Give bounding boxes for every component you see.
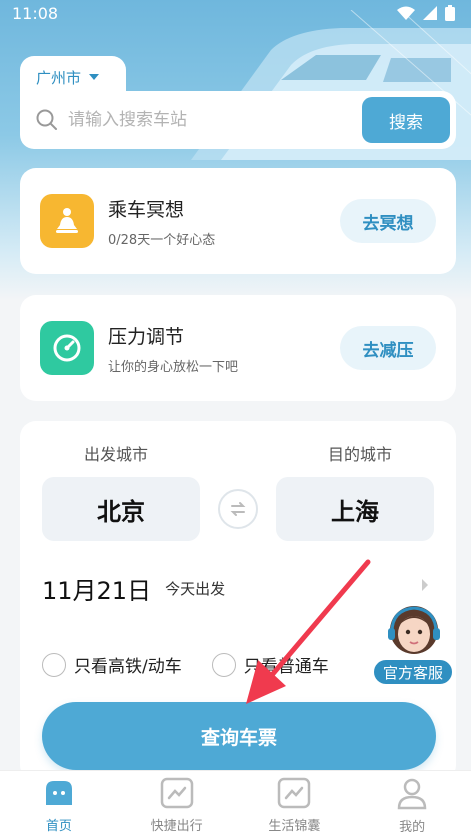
search-button[interactable]: 搜索 [362, 97, 450, 143]
battery-icon [445, 5, 455, 21]
chevron-right-icon [422, 579, 428, 591]
travel-date: 11月21日 [42, 577, 152, 605]
trend-icon [278, 777, 311, 809]
feature-title: 乘车冥想 [108, 198, 185, 221]
tab-life-tips[interactable]: 生活锦囊 [244, 777, 344, 834]
tab-label: 我的 [399, 820, 426, 835]
feature-title: 压力调节 [108, 325, 185, 348]
search-bar: 搜索 [20, 91, 456, 149]
radio-button[interactable] [211, 652, 236, 677]
swap-cities-button[interactable] [218, 489, 258, 529]
user-icon [397, 778, 427, 810]
to-city-button[interactable]: 上海 [276, 477, 434, 541]
tab-home[interactable]: 首页 [9, 777, 109, 834]
query-tickets-button[interactable]: 查询车票 [42, 702, 436, 770]
go-relax-button[interactable]: 去减压 [340, 326, 436, 370]
status-icons [397, 5, 455, 21]
option-regular[interactable]: 只看普通车 [211, 652, 329, 677]
search-input[interactable] [68, 110, 362, 130]
search-icon [36, 109, 57, 130]
tab-label: 生活锦囊 [268, 819, 321, 834]
customer-service-label: 官方客服 [372, 658, 454, 686]
from-city-label: 出发城市 [84, 445, 149, 464]
radio-button[interactable] [42, 652, 66, 677]
meditation-icon [40, 194, 94, 248]
option-high-speed[interactable]: 只看高铁/动车 [42, 652, 182, 677]
trend-icon [160, 777, 193, 809]
from-city-button[interactable]: 北京 [42, 477, 200, 541]
meditation-card[interactable]: 乘车冥想 0/28天一个好心态 去冥想 [20, 168, 456, 274]
wifi-icon [397, 6, 415, 20]
home-icon [45, 781, 72, 805]
gauge-icon [40, 321, 94, 375]
tab-profile[interactable]: 我的 [362, 776, 462, 835]
stress-card[interactable]: 压力调节 让你的身心放松一下吧 去减压 [20, 295, 456, 401]
signal-icon [423, 6, 437, 20]
go-meditate-button[interactable]: 去冥想 [340, 199, 436, 243]
tab-label: 快捷出行 [150, 819, 203, 834]
option-label: 只看普通车 [243, 657, 329, 677]
customer-service-button[interactable]: 官方客服 [372, 596, 456, 686]
option-label: 只看高铁/动车 [74, 657, 182, 677]
tab-label: 首页 [45, 819, 72, 834]
feature-subtitle: 让你的身心放松一下吧 [108, 359, 239, 375]
tab-quick-travel[interactable]: 快捷出行 [127, 777, 227, 834]
agent-avatar-icon [388, 606, 440, 654]
city-name: 广州市 [36, 68, 82, 87]
swap-icon [230, 502, 246, 516]
bottom-tab-bar: 首页 快捷出行 生活锦囊 我的 [0, 770, 471, 840]
status-time: 11:08 [12, 3, 59, 23]
chevron-down-icon [89, 74, 100, 80]
date-note: 今天出发 [165, 580, 226, 598]
feature-subtitle: 0/28天一个好心态 [108, 232, 216, 248]
to-city-label: 目的城市 [327, 445, 392, 464]
status-bar: 11:08 [0, 0, 471, 26]
